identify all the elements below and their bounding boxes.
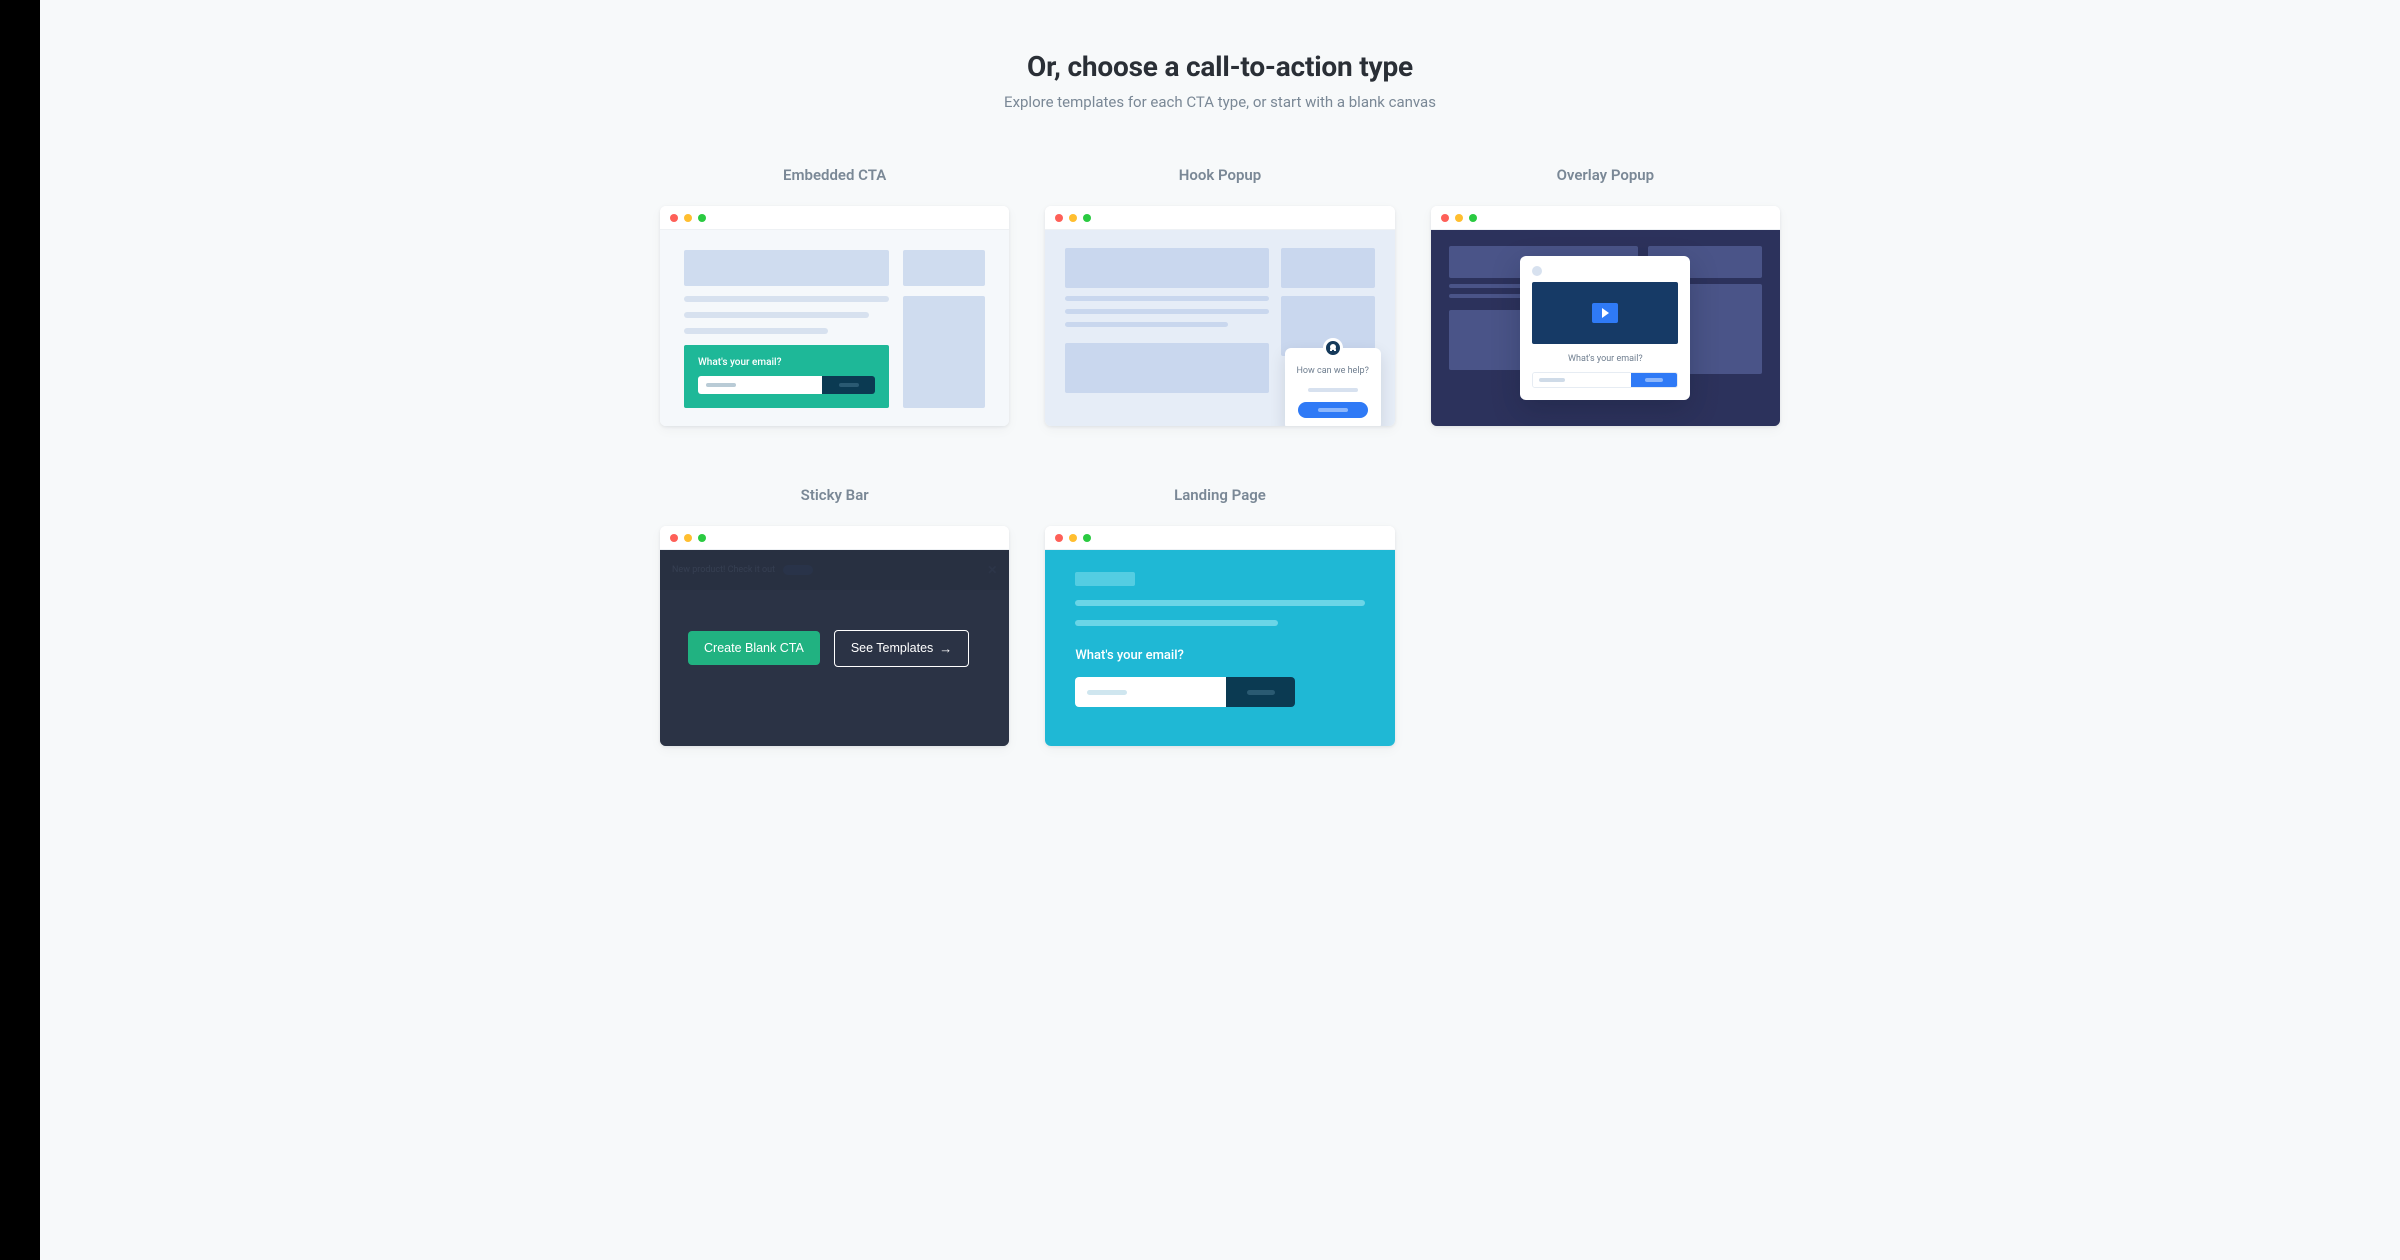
- empty-slot: [1431, 486, 1780, 746]
- card-preview-landing: What's your email?: [1045, 526, 1394, 746]
- placeholder-block: [903, 296, 985, 408]
- input-placeholder-icon: [706, 383, 736, 387]
- placeholder-line: [1075, 600, 1364, 606]
- play-icon: [1592, 303, 1618, 323]
- window-dot-green-icon: [1083, 534, 1091, 542]
- window-titlebar: [660, 206, 1009, 230]
- window-titlebar: [660, 526, 1009, 550]
- card-preview-overlay: What's your email?: [1431, 206, 1780, 426]
- overlay-submit: [1631, 373, 1677, 387]
- window-dot-yellow-icon: [684, 214, 692, 222]
- card-overlay-popup[interactable]: Overlay Popup: [1431, 166, 1780, 426]
- hook-popup-card: How can we help?: [1285, 348, 1381, 426]
- landing-submit: [1226, 677, 1295, 707]
- overlay-avatar-icon: [1532, 266, 1542, 276]
- placeholder-line: [684, 312, 869, 318]
- window-dot-red-icon: [670, 214, 678, 222]
- sticky-body: New product! Check it out ✕ Create Blank…: [660, 550, 1009, 746]
- placeholder-line: [1065, 296, 1268, 301]
- page: Or, choose a call-to-action type Explore…: [40, 0, 2400, 1260]
- card-title-overlay: Overlay Popup: [1431, 166, 1780, 184]
- page-title: Or, choose a call-to-action type: [100, 50, 2340, 83]
- placeholder-line: [684, 296, 889, 302]
- cta-type-grid: Embedded CTA What's your email?: [660, 166, 1780, 746]
- card-title-embedded: Embedded CTA: [660, 166, 1009, 184]
- placeholder-line: [1308, 388, 1358, 392]
- card-title-landing: Landing Page: [1045, 486, 1394, 504]
- placeholder-block: [1281, 248, 1375, 288]
- placeholder-line: [1065, 322, 1228, 327]
- card-preview-sticky: New product! Check it out ✕ Create Blank…: [660, 526, 1009, 746]
- see-templates-button[interactable]: See Templates →: [834, 630, 969, 667]
- window-dot-yellow-icon: [1069, 214, 1077, 222]
- window-titlebar: [1431, 206, 1780, 230]
- window-dot-yellow-icon: [1455, 214, 1463, 222]
- left-black-strip: [0, 0, 40, 1260]
- card-landing-page[interactable]: Landing Page What's your email?: [1045, 486, 1394, 746]
- hook-avatar-icon: [1323, 338, 1343, 358]
- window-dot-red-icon: [1055, 534, 1063, 542]
- embedded-widget-label: What's your email?: [698, 357, 875, 368]
- window-dot-green-icon: [698, 214, 706, 222]
- window-dot-green-icon: [698, 534, 706, 542]
- sticky-hover-overlay: Create Blank CTA See Templates →: [660, 550, 1009, 746]
- window-dot-yellow-icon: [1069, 534, 1077, 542]
- window-dot-red-icon: [1441, 214, 1449, 222]
- placeholder-line: [1075, 620, 1278, 626]
- overlay-body: What's your email?: [1431, 230, 1780, 426]
- card-sticky-bar[interactable]: Sticky Bar New product! Check it out ✕ C…: [660, 486, 1009, 746]
- card-title-hook: Hook Popup: [1045, 166, 1394, 184]
- hook-body: How can we help?: [1045, 230, 1394, 426]
- overlay-video-thumb: [1532, 282, 1678, 344]
- create-blank-cta-button[interactable]: Create Blank CTA: [688, 631, 820, 665]
- embedded-submit: [822, 376, 875, 394]
- overlay-modal: What's your email?: [1520, 256, 1690, 400]
- button-placeholder-icon: [839, 383, 859, 387]
- card-preview-hook: How can we help?: [1045, 206, 1394, 426]
- landing-body: What's your email?: [1045, 550, 1394, 746]
- hook-popup-cta: [1298, 402, 1368, 418]
- button-placeholder-icon: [1645, 378, 1663, 382]
- card-hook-popup[interactable]: Hook Popup: [1045, 166, 1394, 426]
- embedded-input: [698, 376, 822, 394]
- placeholder-block: [1065, 248, 1268, 288]
- hook-popup-text: How can we help?: [1295, 366, 1371, 378]
- embedded-input-row: [698, 376, 875, 394]
- window-titlebar: [1045, 526, 1394, 550]
- window-dot-yellow-icon: [684, 534, 692, 542]
- placeholder-block: [1075, 572, 1135, 586]
- window-dot-red-icon: [670, 534, 678, 542]
- embedded-body: What's your email?: [660, 230, 1009, 426]
- page-subtitle: Explore templates for each CTA type, or …: [100, 93, 2340, 111]
- placeholder-block: [903, 250, 985, 286]
- placeholder-block: [1065, 343, 1268, 393]
- landing-prompt-label: What's your email?: [1075, 648, 1364, 663]
- window-dot-red-icon: [1055, 214, 1063, 222]
- window-dot-green-icon: [1469, 214, 1477, 222]
- placeholder-line: [684, 328, 828, 334]
- see-templates-label: See Templates: [851, 641, 933, 655]
- window-titlebar: [1045, 206, 1394, 230]
- overlay-input: [1533, 373, 1631, 387]
- arrow-right-icon: →: [939, 641, 952, 656]
- button-placeholder-icon: [1247, 690, 1275, 695]
- window-dot-green-icon: [1083, 214, 1091, 222]
- overlay-input-row: [1532, 372, 1678, 388]
- embedded-email-widget: What's your email?: [684, 345, 889, 408]
- overlay-modal-label: What's your email?: [1532, 354, 1678, 364]
- placeholder-block: [684, 250, 889, 286]
- card-title-sticky: Sticky Bar: [660, 486, 1009, 504]
- input-placeholder-icon: [1539, 378, 1565, 382]
- card-embedded-cta[interactable]: Embedded CTA What's your email?: [660, 166, 1009, 426]
- landing-input-row: [1075, 677, 1295, 707]
- landing-input: [1075, 677, 1226, 707]
- input-placeholder-icon: [1087, 690, 1127, 695]
- card-preview-embedded: What's your email?: [660, 206, 1009, 426]
- button-placeholder-icon: [1318, 408, 1348, 412]
- placeholder-line: [1065, 309, 1268, 314]
